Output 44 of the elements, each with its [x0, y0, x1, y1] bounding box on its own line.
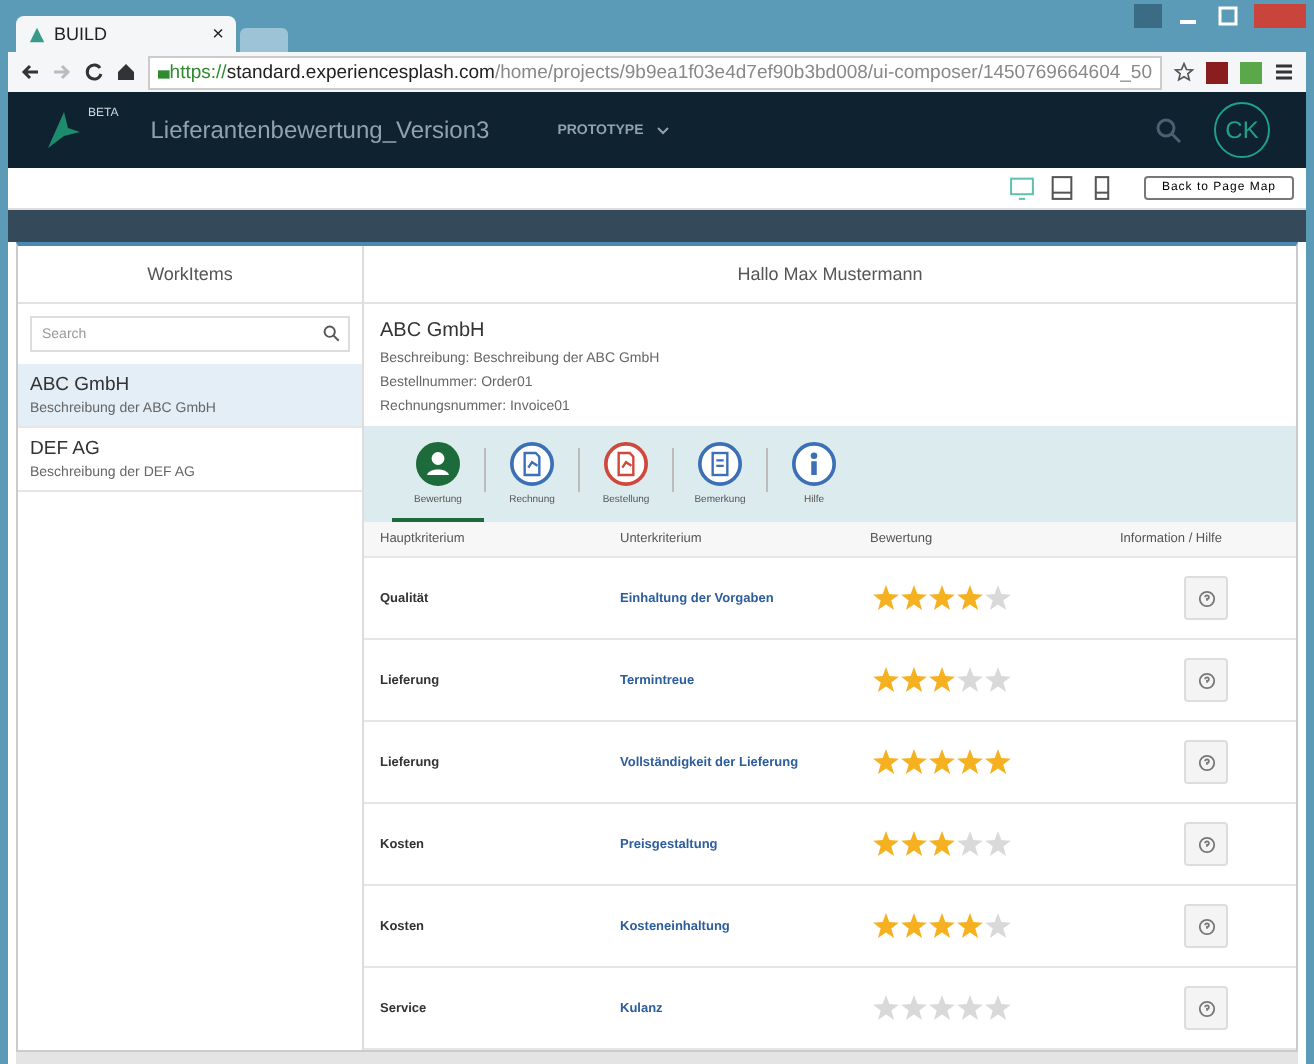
close-tab-button[interactable]: ×: [212, 23, 224, 45]
extension-icon[interactable]: [1206, 61, 1228, 83]
help-button[interactable]: [1184, 986, 1228, 1030]
project-title: Lieferantenbewertung_Version3: [150, 116, 490, 144]
home-icon[interactable]: [116, 62, 136, 82]
maximize-button[interactable]: [1214, 4, 1242, 28]
url-scheme: https://: [169, 61, 227, 83]
star-rating[interactable]: [870, 666, 1014, 694]
help-icon: [1197, 999, 1215, 1017]
url-path: /home/projects/9b9ea1f03e4d7ef90b3bd008/ui-composer/1450769664604_50: [494, 61, 1152, 83]
star-rating[interactable]: [870, 830, 1014, 858]
star-rating[interactable]: [870, 912, 1014, 940]
help-button[interactable]: [1184, 576, 1228, 620]
browser-tab[interactable]: BUILD ×: [16, 16, 236, 52]
logo-icon: [28, 25, 46, 43]
help-icon: [1197, 753, 1215, 771]
greeting: Hallo Max Mustermann: [364, 246, 1296, 304]
star-rating[interactable]: [870, 994, 1014, 1022]
pane-title: WorkItems: [18, 246, 362, 304]
address-field[interactable]: https://standard.experiencesplash.com/home/projects/9b9ea1f03e4d7ef90b3bd008/ui-composer/1450769664604_50: [148, 55, 1162, 89]
back-icon[interactable]: [20, 62, 40, 82]
help-button[interactable]: [1184, 658, 1228, 702]
menu-icon[interactable]: [1274, 62, 1294, 82]
help-button[interactable]: [1184, 740, 1228, 784]
desktop-icon[interactable]: [1007, 174, 1036, 202]
help-icon: [1197, 671, 1215, 689]
detail-title: ABC GmbH: [380, 320, 485, 342]
reload-icon[interactable]: [84, 62, 104, 82]
star-icon[interactable]: [1174, 62, 1194, 82]
help-icon: [1197, 917, 1215, 935]
help-button[interactable]: [1184, 904, 1228, 948]
star-rating[interactable]: [870, 584, 1014, 612]
help-button[interactable]: [1184, 822, 1228, 866]
help-icon: [1197, 589, 1215, 607]
user-avatar[interactable]: CK: [1214, 102, 1270, 158]
item-title: DEF AG: [30, 438, 102, 460]
logo-icon: [44, 108, 84, 152]
url-host: standard.experiencesplash.com: [226, 61, 495, 83]
star-rating[interactable]: [870, 748, 1014, 776]
item-title: ABC GmbH: [30, 374, 132, 396]
chevron-down-icon[interactable]: [655, 125, 670, 135]
help-icon: [1197, 835, 1215, 853]
search-icon[interactable]: [322, 324, 340, 342]
tablet-icon[interactable]: [1047, 174, 1076, 202]
